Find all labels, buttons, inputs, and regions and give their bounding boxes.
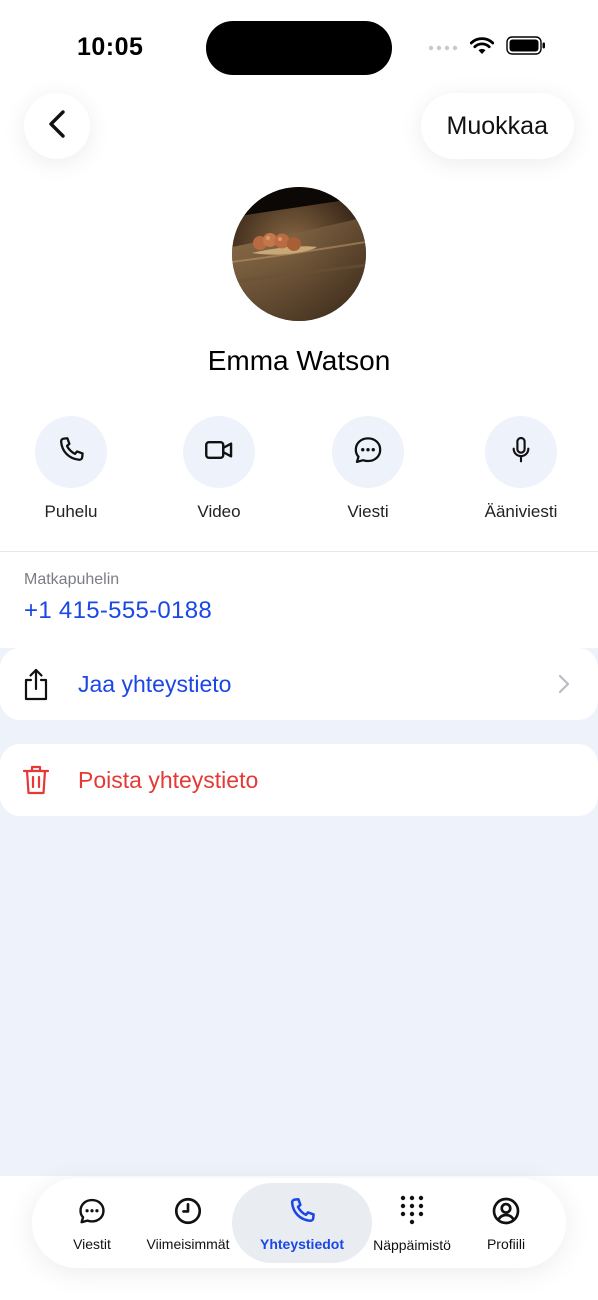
contact-name: Emma Watson (207, 345, 391, 376)
tab-keypad-label: Näppäimistö (373, 1236, 451, 1253)
battery-icon (506, 36, 546, 60)
voice-message-label: Ääniviesti (484, 502, 558, 521)
contact-avatar (232, 187, 366, 321)
phone-number-link[interactable]: +1 415-555-0188 (24, 597, 212, 625)
video-icon (202, 433, 236, 472)
phone-type-label: Matkapuhelin (24, 571, 120, 588)
call-action[interactable]: Puhelu (11, 416, 131, 522)
voice-message-button[interactable] (485, 416, 557, 488)
tab-recents[interactable]: Viimeisimmät (138, 1178, 238, 1268)
phone-entry[interactable]: Matkapuhelin +1 415-555-0188 (0, 560, 598, 648)
message-button[interactable] (332, 416, 404, 488)
profile-icon (490, 1195, 522, 1232)
keypad-icon (398, 1194, 426, 1233)
message-label: Viesti (347, 502, 389, 521)
message-icon (351, 433, 385, 472)
signal-icon (428, 39, 458, 57)
tab-contacts-label: Yhteystiedot (259, 1235, 344, 1252)
quick-actions: Puhelu Video Viesti Ääniviesti (0, 416, 598, 526)
tab-recents-label: Viimeisimmät (146, 1235, 230, 1252)
delete-contact-row[interactable]: Poista yhteystieto (0, 744, 598, 816)
voice-message-action[interactable]: Ääniviesti (461, 416, 581, 522)
tab-contacts[interactable]: Yhteystiedot (232, 1178, 372, 1268)
share-icon (22, 668, 50, 701)
share-contact-label: Jaa yhteystieto (78, 670, 232, 697)
divider (0, 551, 598, 552)
content-background (0, 648, 598, 1178)
tab-profile[interactable]: Profiili (468, 1178, 544, 1268)
phone-icon (286, 1195, 318, 1232)
delete-contact-label: Poista yhteystieto (78, 766, 259, 793)
message-action[interactable]: Viesti (308, 416, 428, 522)
wifi-icon (469, 36, 495, 60)
clock-icon (172, 1195, 204, 1232)
tab-messages-label: Viestit (73, 1235, 111, 1252)
back-button[interactable] (24, 93, 90, 159)
status-time: 10:05 (77, 33, 144, 61)
dynamic-island (206, 21, 392, 75)
chat-icon (76, 1195, 108, 1232)
video-label: Video (197, 502, 241, 521)
status-bar: 10:05 (0, 0, 598, 90)
status-icons (428, 36, 546, 60)
phone-icon (55, 434, 87, 471)
tab-messages[interactable]: Viestit (54, 1178, 130, 1268)
video-button[interactable] (183, 416, 255, 488)
call-label: Puhelu (44, 502, 98, 521)
video-action[interactable]: Video (159, 416, 279, 522)
microphone-icon (505, 434, 537, 471)
chevron-left-icon (46, 109, 68, 144)
header: Muokkaa (0, 90, 598, 170)
chevron-right-icon (558, 674, 570, 699)
edit-button[interactable]: Muokkaa (420, 93, 574, 159)
share-contact-row[interactable]: Jaa yhteystieto (0, 648, 598, 720)
tab-bar: Viestit Viimeisimmät Yhteystiedot Näppäi… (32, 1178, 566, 1268)
tab-keypad[interactable]: Näppäimistö (366, 1178, 458, 1268)
call-button[interactable] (35, 416, 107, 488)
trash-icon (22, 764, 50, 796)
tab-profile-label: Profiili (486, 1235, 526, 1252)
